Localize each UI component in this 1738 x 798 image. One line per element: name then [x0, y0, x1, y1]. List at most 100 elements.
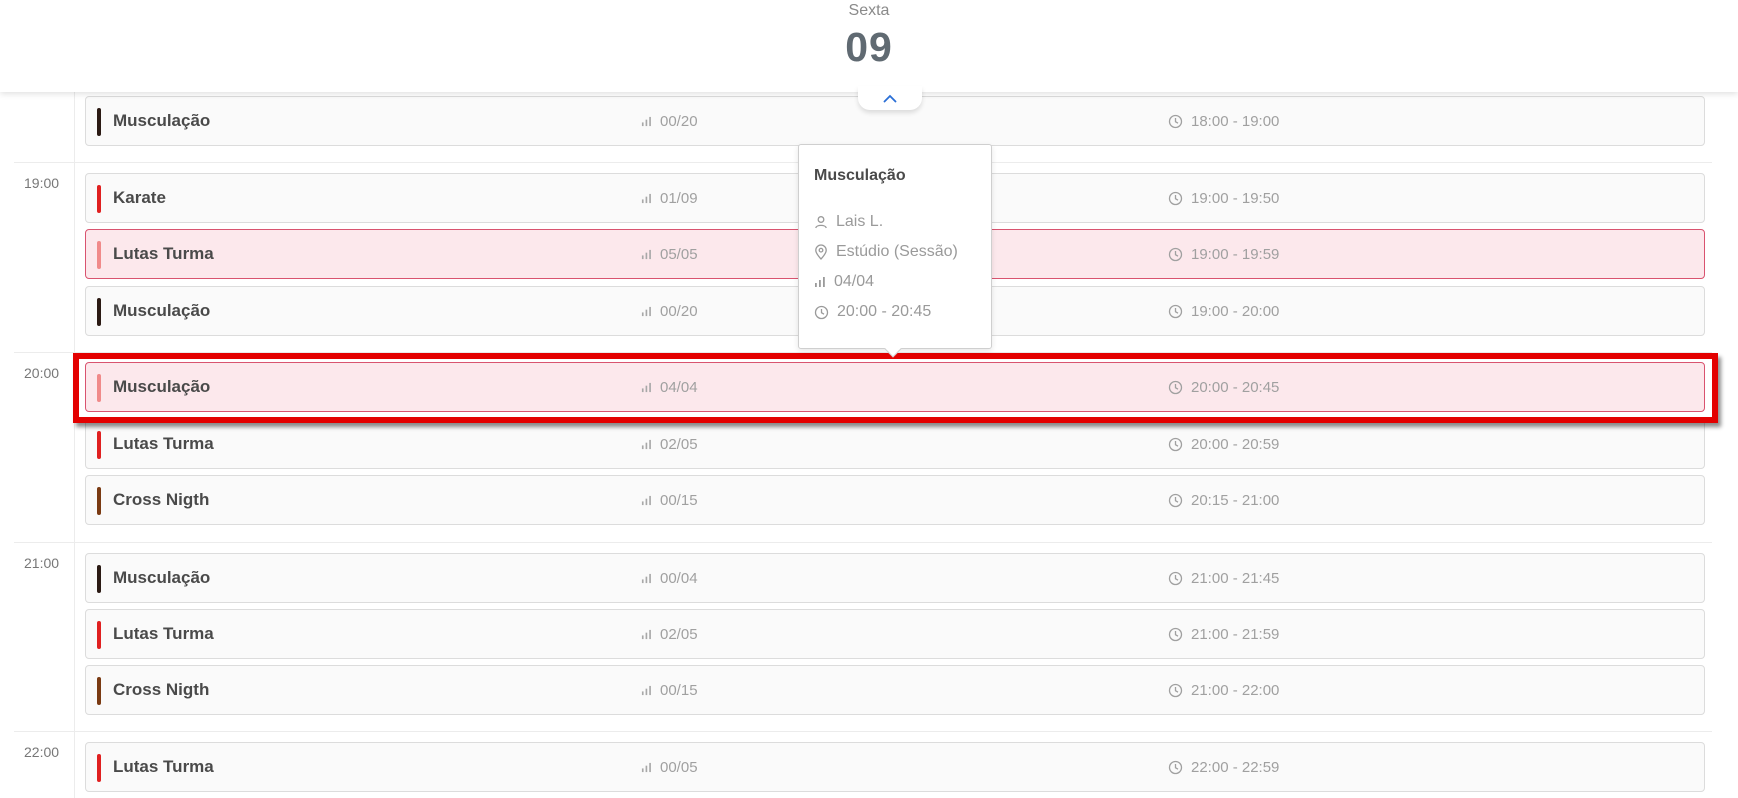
tooltip-capacity: 04/04: [814, 273, 874, 291]
hour-divider: [14, 731, 1712, 732]
class-time: 21:00 - 21:59: [1168, 626, 1279, 643]
collapse-button[interactable]: [858, 86, 922, 110]
tooltip-capacity-value: 04/04: [834, 273, 875, 290]
clock-icon: [1168, 760, 1183, 775]
class-name: Musculação: [113, 568, 211, 587]
class-row[interactable]: Lutas Turma 00/05 22:00 - 22:59: [85, 742, 1705, 792]
class-time: 19:00 - 19:50: [1168, 190, 1279, 207]
class-name: Cross Nigth: [113, 680, 210, 699]
class-name: Cross Nigth: [113, 490, 210, 509]
chevron-up-icon: [883, 94, 897, 103]
class-color-bar: [97, 241, 101, 269]
class-color-bar: [97, 108, 101, 136]
class-capacity-value: 05/05: [660, 245, 698, 263]
user-icon: [814, 215, 828, 229]
class-time-value: 18:00 - 19:00: [1191, 112, 1280, 130]
class-time-value: 22:00 - 22:59: [1191, 758, 1280, 776]
class-time: 21:00 - 21:45: [1168, 570, 1279, 587]
class-capacity-value: 00/20: [660, 112, 698, 130]
clock-icon: [1168, 627, 1183, 642]
class-time-value: 19:00 - 19:50: [1191, 189, 1280, 207]
bar-chart-icon: [641, 306, 652, 317]
tooltip-instructor-name: Lais L.: [836, 213, 884, 230]
weekday-label: Sexta: [848, 2, 890, 19]
class-capacity: 02/05: [641, 626, 698, 643]
schedule-page: Sexta 09 19:00 20:00 21:00 22:00 Muscula…: [0, 0, 1738, 798]
class-time: 22:00 - 22:59: [1168, 759, 1279, 776]
tooltip-time-value: 20:00 - 20:45: [837, 303, 932, 320]
bar-chart-icon: [641, 762, 652, 773]
class-time: 19:00 - 20:00: [1168, 303, 1279, 320]
class-name: Lutas Turma: [113, 434, 214, 453]
bar-chart-icon: [641, 629, 652, 640]
class-capacity-value: 00/20: [660, 302, 698, 320]
bar-chart-icon: [641, 685, 652, 696]
class-name: Musculação: [113, 377, 211, 396]
class-color-bar: [97, 431, 101, 459]
class-capacity: 00/20: [641, 113, 698, 130]
class-tooltip: Musculação Lais L. Estúdio (Sessão) 04/0…: [798, 144, 992, 358]
class-color-bar: [97, 298, 101, 326]
class-capacity: 01/09: [641, 190, 698, 207]
hour-label: 22:00: [24, 744, 60, 760]
hour-divider: [14, 352, 1712, 353]
class-color-bar: [97, 565, 101, 593]
class-time-value: 20:00 - 20:59: [1191, 435, 1280, 453]
class-capacity-value: 00/05: [660, 758, 698, 776]
class-color-bar: [97, 754, 101, 782]
hour-label: 19:00: [24, 175, 60, 191]
class-row[interactable]: Cross Nigth 00/15 21:00 - 22:00: [85, 665, 1705, 715]
class-capacity: 05/05: [641, 246, 698, 263]
tooltip-instructor: Lais L.: [814, 213, 883, 231]
class-capacity-value: 02/05: [660, 625, 698, 643]
bar-chart-icon: [641, 193, 652, 204]
class-time-value: 20:00 - 20:45: [1191, 378, 1280, 396]
schedule-list: 19:00 20:00 21:00 22:00 Musculação 00/20 1…: [0, 0, 1738, 798]
clock-icon: [1168, 247, 1183, 262]
tooltip-time: 20:00 - 20:45: [814, 303, 931, 321]
class-capacity: 02/05: [641, 436, 698, 453]
class-row[interactable]: Musculação 04/04 20:00 - 20:45: [85, 362, 1705, 412]
class-row[interactable]: Cross Nigth 00/15 20:15 - 21:00: [85, 475, 1705, 525]
class-capacity-value: 04/04: [660, 378, 698, 396]
class-time: 21:00 - 22:00: [1168, 682, 1279, 699]
class-capacity: 00/15: [641, 682, 698, 699]
class-capacity: 00/20: [641, 303, 698, 320]
class-name: Lutas Turma: [113, 624, 214, 643]
clock-icon: [1168, 571, 1183, 586]
class-time-value: 20:15 - 21:00: [1191, 491, 1280, 509]
class-row[interactable]: Lutas Turma 02/05 21:00 - 21:59: [85, 609, 1705, 659]
class-time: 19:00 - 19:59: [1168, 246, 1279, 263]
class-time-value: 19:00 - 19:59: [1191, 245, 1280, 263]
class-color-bar: [97, 185, 101, 213]
clock-icon: [1168, 493, 1183, 508]
class-color-bar: [97, 621, 101, 649]
class-capacity-value: 02/05: [660, 435, 698, 453]
hour-divider: [14, 542, 1712, 543]
class-time: 20:00 - 20:59: [1168, 436, 1279, 453]
clock-icon: [1168, 683, 1183, 698]
bar-chart-icon: [641, 439, 652, 450]
clock-icon: [1168, 191, 1183, 206]
class-time-value: 21:00 - 21:45: [1191, 569, 1280, 587]
clock-icon: [814, 305, 829, 320]
class-name: Karate: [113, 188, 166, 207]
class-time: 20:00 - 20:45: [1168, 379, 1279, 396]
hour-label: 20:00: [24, 365, 60, 381]
clock-icon: [1168, 114, 1183, 129]
class-color-bar: [97, 487, 101, 515]
bar-chart-icon: [641, 382, 652, 393]
tooltip-location-name: Estúdio (Sessão): [836, 243, 958, 260]
time-column-divider: [74, 92, 75, 798]
class-color-bar: [97, 374, 101, 402]
day-header: Sexta 09: [0, 0, 1738, 92]
bar-chart-icon: [641, 573, 652, 584]
class-row[interactable]: Lutas Turma 02/05 20:00 - 20:59: [85, 419, 1705, 469]
class-row[interactable]: Musculação 00/04 21:00 - 21:45: [85, 553, 1705, 603]
class-color-bar: [97, 677, 101, 705]
class-capacity: 00/04: [641, 570, 698, 587]
bar-chart-icon: [641, 495, 652, 506]
class-capacity-value: 01/09: [660, 189, 698, 207]
map-pin-icon: [814, 244, 828, 260]
clock-icon: [1168, 380, 1183, 395]
